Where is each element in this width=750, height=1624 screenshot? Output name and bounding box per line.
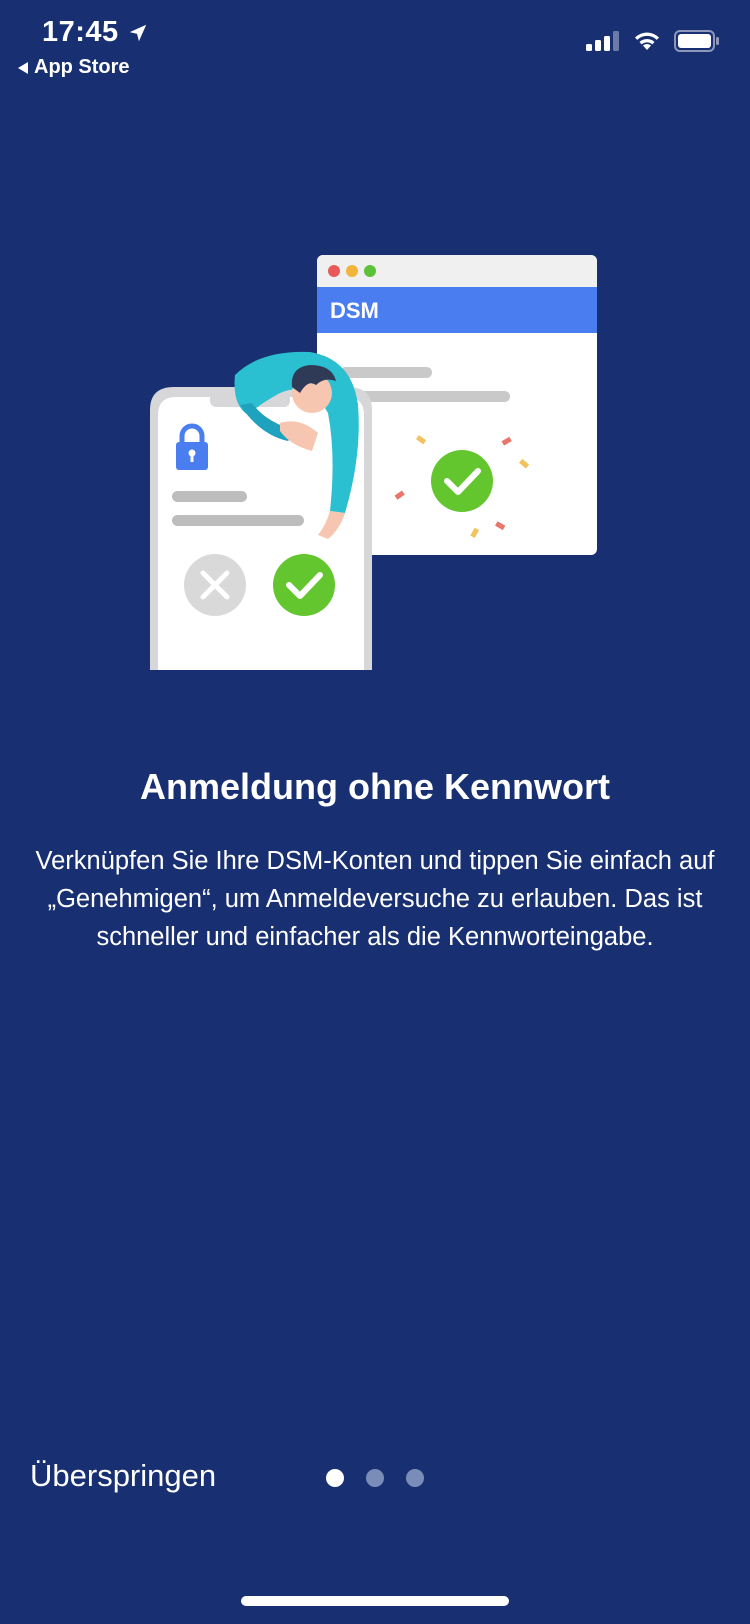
page-dot-2[interactable]	[366, 1469, 384, 1487]
passwordless-login-illustration: DSM	[150, 255, 597, 670]
status-indicators	[586, 30, 720, 52]
onboarding-title: Anmeldung ohne Kennwort	[140, 766, 610, 807]
battery-icon	[674, 30, 719, 52]
back-link-label: App Store	[34, 56, 130, 78]
status-time-text: 17:45	[42, 16, 119, 48]
onboarding-screen: 17:45 App Store DSM Anmeldung ohne Kennw…	[0, 0, 750, 1624]
location-arrow-icon	[129, 24, 146, 41]
skip-button[interactable]: Überspringen	[30, 1458, 216, 1494]
back-to-app-store-link[interactable]: App Store	[18, 56, 130, 79]
cellular-signal-icon	[586, 31, 619, 51]
window-maximize-dot-icon	[364, 265, 376, 277]
page-dot-1[interactable]	[326, 1469, 344, 1487]
approve-check-icon	[273, 554, 335, 616]
window-close-dot-icon	[328, 265, 340, 277]
page-dot-3[interactable]	[406, 1469, 424, 1487]
home-indicator[interactable]	[241, 1596, 509, 1606]
page-indicator[interactable]	[326, 1469, 424, 1487]
onboarding-description: Verknüpfen Sie Ihre DSM-Konten und tippe…	[35, 847, 715, 951]
dsm-window-title: DSM	[330, 298, 379, 323]
status-time: 17:45	[42, 16, 149, 49]
back-triangle-icon	[18, 61, 28, 74]
window-minimize-dot-icon	[346, 265, 358, 277]
dsm-success-check-icon	[431, 450, 493, 512]
wifi-icon	[635, 32, 659, 50]
